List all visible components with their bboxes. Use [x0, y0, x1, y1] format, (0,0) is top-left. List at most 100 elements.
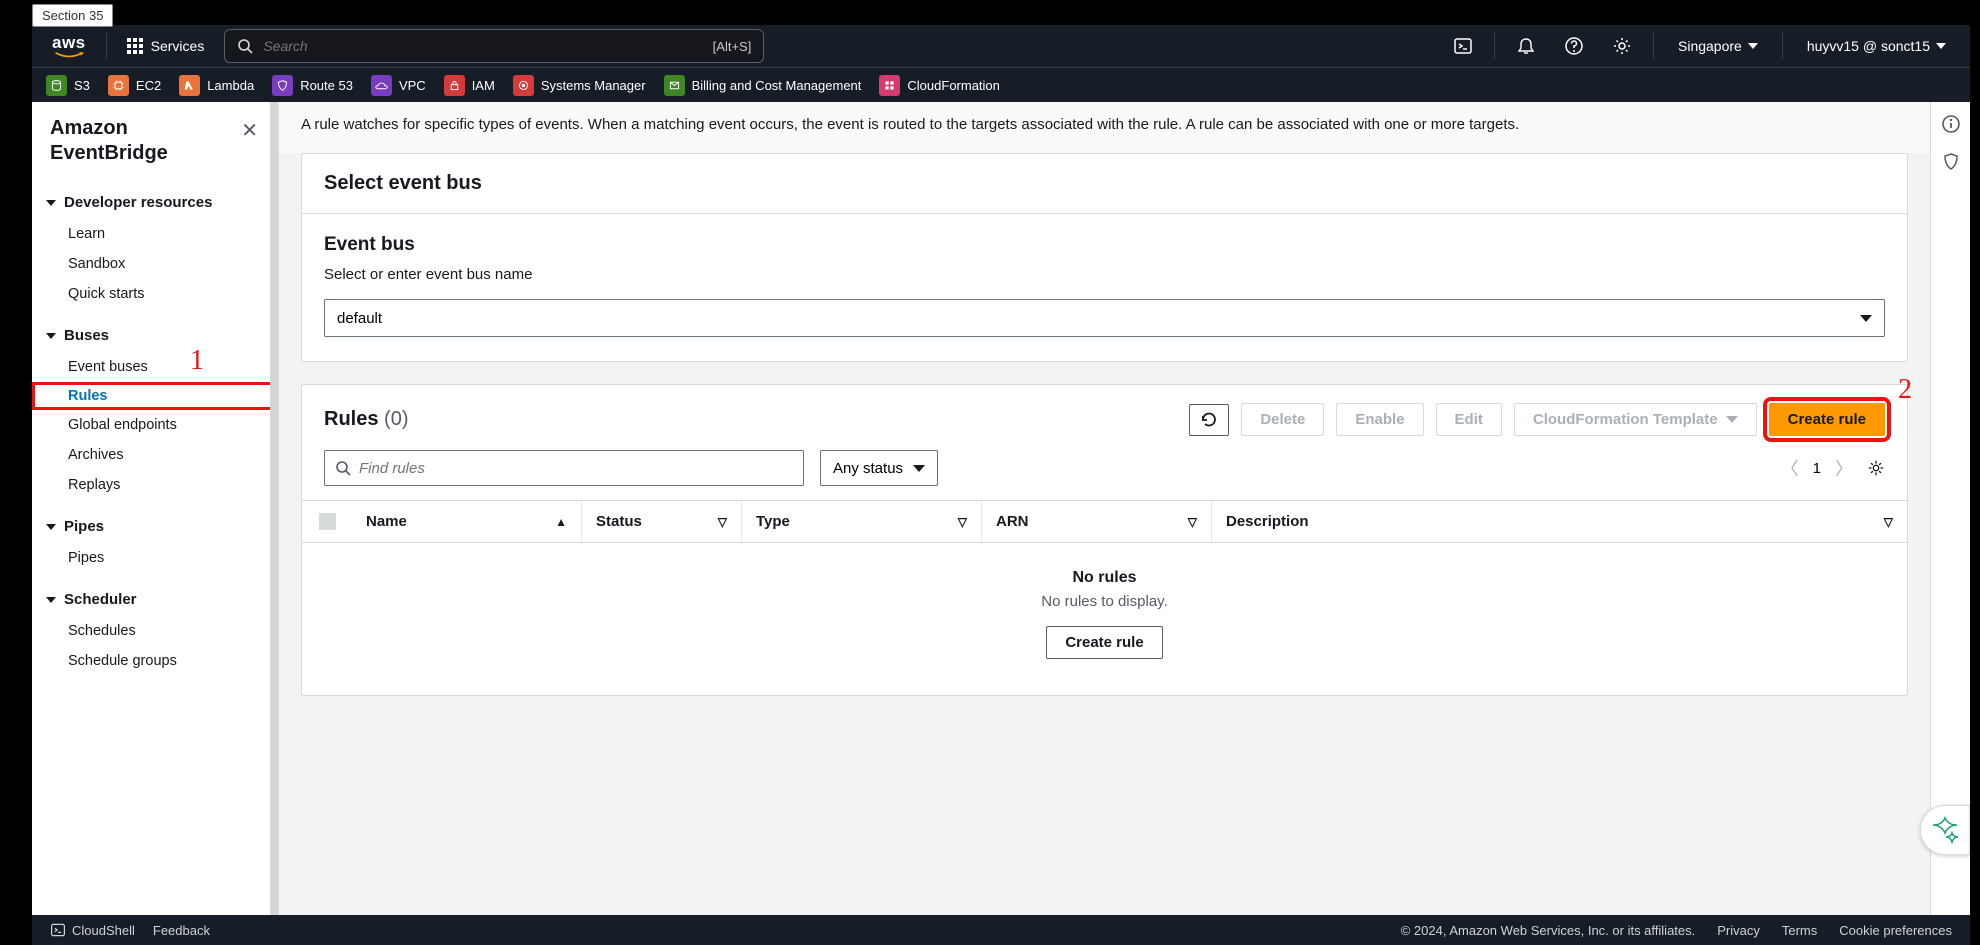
- chevron-down-icon: [46, 333, 56, 339]
- nav-section-dev[interactable]: Developer resources: [32, 186, 278, 219]
- empty-heading: No rules: [302, 569, 1907, 587]
- nav-rules[interactable]: Rules: [32, 382, 278, 410]
- chevron-down-icon: [46, 524, 56, 530]
- col-name[interactable]: Name▲: [352, 501, 582, 542]
- nav-section-scheduler[interactable]: Scheduler: [32, 583, 278, 616]
- sort-icon: ▽: [718, 515, 727, 529]
- svc-iam[interactable]: IAM: [444, 75, 495, 96]
- services-menu[interactable]: Services: [121, 34, 211, 58]
- search-input[interactable]: [263, 38, 702, 54]
- privacy-link[interactable]: Privacy: [1717, 923, 1760, 938]
- cloudshell-nav-icon[interactable]: [1446, 29, 1480, 63]
- content-area: A rule watches for specific types of eve…: [279, 102, 1930, 915]
- s3-icon: [46, 75, 67, 96]
- cloudformation-icon: [879, 75, 900, 96]
- nav-event-buses[interactable]: Event buses: [32, 352, 278, 382]
- event-bus-hint: Select or enter event bus name: [324, 266, 1885, 283]
- event-bus-select[interactable]: default: [324, 299, 1885, 337]
- account-selector[interactable]: huyvv15 @ sonct15: [1797, 38, 1956, 54]
- info-icon[interactable]: [1941, 114, 1961, 134]
- nav-learn[interactable]: Learn: [32, 219, 278, 249]
- table-settings-icon[interactable]: [1867, 459, 1885, 477]
- rules-heading: Rules (0): [324, 408, 408, 431]
- terms-link[interactable]: Terms: [1782, 923, 1817, 938]
- sort-icon: ▽: [1188, 515, 1197, 529]
- top-nav: aws Services [Alt+S] Singapore huyvv15 @…: [32, 25, 1970, 68]
- refresh-icon: [1200, 411, 1218, 429]
- ec2-icon: [108, 75, 129, 96]
- refresh-button[interactable]: [1189, 404, 1229, 436]
- search-icon: [335, 460, 351, 476]
- col-arn[interactable]: ARN▽: [982, 501, 1212, 542]
- select-event-bus-title: Select event bus: [324, 172, 1885, 195]
- billing-icon: [664, 75, 685, 96]
- footer: CloudShell Feedback © 2024, Amazon Web S…: [32, 915, 1970, 945]
- route53-icon: [272, 75, 293, 96]
- chat-icon: [1930, 815, 1960, 845]
- section-tag: Section 35: [32, 4, 113, 27]
- svc-lambda[interactable]: Lambda: [179, 75, 254, 96]
- col-status[interactable]: Status▽: [582, 501, 742, 542]
- nav-sandbox[interactable]: Sandbox: [32, 249, 278, 279]
- empty-create-rule-button[interactable]: Create rule: [1046, 626, 1162, 659]
- rules-table: Name▲ Status▽ Type▽ ARN▽ Description▽ No…: [302, 500, 1907, 695]
- sort-icon: ▽: [1884, 515, 1893, 529]
- col-type[interactable]: Type▽: [742, 501, 982, 542]
- global-search[interactable]: [Alt+S]: [224, 29, 764, 63]
- region-selector[interactable]: Singapore: [1668, 38, 1768, 54]
- search-icon: [237, 38, 253, 54]
- nav-section-pipes[interactable]: Pipes: [32, 510, 278, 543]
- chevron-down-icon: [1860, 315, 1872, 322]
- service-shortcut-bar: S3 EC2 Lambda Route 53 VPC IAM Systems M…: [32, 68, 1970, 102]
- nav-pipes[interactable]: Pipes: [32, 543, 278, 573]
- chevron-down-icon: [1726, 416, 1738, 423]
- svc-billing[interactable]: Billing and Cost Management: [664, 75, 862, 96]
- status-filter-select[interactable]: Any status: [820, 450, 938, 486]
- svc-s3[interactable]: S3: [46, 75, 90, 96]
- sidebar-close-icon[interactable]: ✕: [239, 116, 260, 145]
- svc-vpc[interactable]: VPC: [371, 75, 426, 96]
- empty-state: No rules No rules to display. Create rul…: [302, 543, 1907, 695]
- help-icon[interactable]: [1557, 29, 1591, 63]
- nav-section-buses[interactable]: Buses: [32, 319, 278, 352]
- sort-asc-icon: ▲: [555, 515, 567, 529]
- delete-button: Delete: [1241, 403, 1324, 436]
- chevron-down-icon: [913, 465, 925, 472]
- cf-template-button: CloudFormation Template: [1514, 403, 1757, 436]
- chat-float-button[interactable]: [1920, 805, 1970, 855]
- notifications-icon[interactable]: [1509, 29, 1543, 63]
- sort-icon: ▽: [958, 515, 967, 529]
- systems-manager-icon: [513, 75, 534, 96]
- create-rule-button[interactable]: Create rule: [1769, 403, 1885, 436]
- nav-archives[interactable]: Archives: [32, 440, 278, 470]
- select-all-checkbox[interactable]: [319, 513, 336, 530]
- page-prev: 〈: [1781, 455, 1799, 481]
- vpc-icon: [371, 75, 392, 96]
- nav-replays[interactable]: Replays: [32, 470, 278, 500]
- copyright: © 2024, Amazon Web Services, Inc. or its…: [1401, 923, 1696, 938]
- chevron-down-icon: [1936, 43, 1946, 49]
- svc-route53[interactable]: Route 53: [272, 75, 353, 96]
- sidebar: Amazon EventBridge ✕ Developer resources…: [32, 102, 279, 915]
- shield-icon[interactable]: [1941, 152, 1961, 172]
- cookie-prefs-link[interactable]: Cookie preferences: [1839, 923, 1952, 938]
- find-rules-input[interactable]: [359, 460, 793, 477]
- pager: 〈 1 〉: [1781, 455, 1885, 481]
- select-event-bus-panel: Select event bus Event bus Select or ent…: [301, 153, 1908, 362]
- nav-global-endpoints[interactable]: Global endpoints: [32, 410, 278, 440]
- find-rules-input-wrap[interactable]: [324, 450, 804, 486]
- chevron-down-icon: [46, 200, 56, 206]
- feedback-link[interactable]: Feedback: [153, 923, 210, 938]
- nav-schedules[interactable]: Schedules: [32, 616, 278, 646]
- svc-ec2[interactable]: EC2: [108, 75, 161, 96]
- nav-quickstarts[interactable]: Quick starts: [32, 279, 278, 309]
- col-description[interactable]: Description▽: [1212, 501, 1907, 542]
- aws-logo[interactable]: aws: [46, 32, 92, 61]
- cloudshell-icon: [50, 922, 66, 938]
- cloudshell-footer-button[interactable]: CloudShell: [50, 922, 135, 938]
- nav-schedule-groups[interactable]: Schedule groups: [32, 646, 278, 676]
- svc-cloudformation[interactable]: CloudFormation: [879, 75, 1000, 96]
- edit-button: Edit: [1436, 403, 1502, 436]
- svc-ssm[interactable]: Systems Manager: [513, 75, 646, 96]
- settings-icon[interactable]: [1605, 29, 1639, 63]
